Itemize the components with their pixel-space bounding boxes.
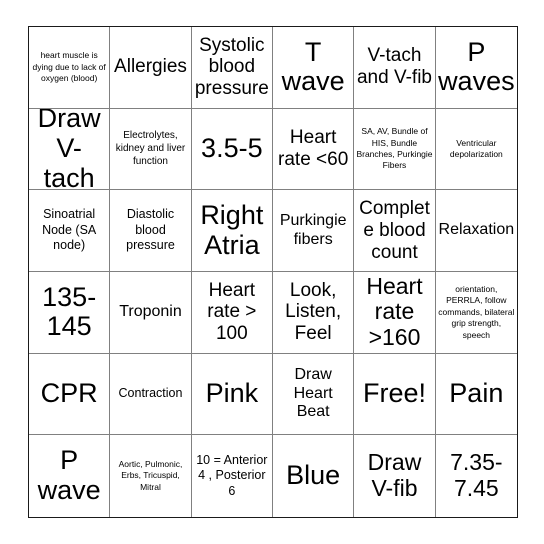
bingo-cell[interactable]: T wave: [273, 27, 355, 109]
bingo-cell-label: P waves: [438, 36, 515, 97]
bingo-cell-label: Electrolytes, kidney and liver function: [115, 130, 186, 168]
bingo-cell-label: 135-145: [42, 281, 97, 342]
bingo-cell-label: Draw V-fib: [367, 449, 422, 502]
bingo-cell[interactable]: Heart rate <60: [273, 108, 355, 191]
bingo-cell[interactable]: Sinoatrial Node (SA node): [29, 190, 111, 272]
bingo-cell[interactable]: Electrolytes, kidney and liver function: [110, 108, 192, 191]
bingo-cell-label: Aortic, Pulmonic, Erbs, Tricuspid, Mitra…: [118, 458, 183, 492]
bingo-cell-label: Ventricular depolarization: [449, 137, 503, 159]
bingo-cell[interactable]: Diastolic blood pressure: [110, 190, 192, 272]
bingo-cell[interactable]: Draw V-tach: [29, 108, 111, 191]
bingo-cell-label: T wave: [281, 36, 345, 97]
bingo-cell[interactable]: Pink: [191, 353, 273, 436]
bingo-cell-label: Blue: [286, 460, 341, 491]
bingo-cell-label: orientation, PERRLA, follow commands, bi…: [438, 283, 515, 340]
bingo-cell-label: Heart rate >160: [366, 272, 423, 351]
bingo-cell[interactable]: Blue: [273, 435, 355, 517]
bingo-cell[interactable]: Contraction: [110, 353, 192, 436]
bingo-cell[interactable]: Ventricular depolarization: [435, 109, 517, 191]
bingo-cell[interactable]: 7.35-7.45: [436, 435, 517, 517]
bingo-cell-label: 10 = Anterior 4 , Posterior 6: [196, 452, 268, 498]
bingo-cell-label: Heart rate <60: [278, 127, 349, 170]
bingo-cell[interactable]: Troponin: [110, 271, 192, 354]
bingo-cell-label: 7.35-7.45: [450, 449, 503, 502]
bingo-cell[interactable]: heart muscle is dying due to lack of oxy…: [29, 27, 111, 109]
bingo-cell-label: Pink: [205, 378, 259, 409]
bingo-card-grid: heart muscle is dying due to lack of oxy…: [28, 26, 518, 518]
bingo-cell[interactable]: Allergies: [110, 27, 192, 109]
bingo-cell[interactable]: 3.5-5: [191, 108, 273, 191]
bingo-cell[interactable]: Heart rate > 100: [191, 271, 273, 354]
bingo-cell[interactable]: V-tach and V-fib: [354, 27, 436, 109]
bingo-cell-label: SA, AV, Bundle of HIS, Bundle Branches, …: [356, 126, 433, 171]
bingo-cell[interactable]: SA, AV, Bundle of HIS, Bundle Branches, …: [354, 108, 436, 191]
bingo-cell-label: Pain: [449, 378, 504, 409]
bingo-cell[interactable]: Draw Heart Beat: [273, 353, 355, 436]
bingo-cell-label: Sinoatrial Node (SA node): [42, 207, 97, 253]
bingo-cell-label: Relaxation: [438, 221, 515, 239]
bingo-cell-label: Free!: [362, 378, 426, 409]
bingo-cell-label: Contraction: [118, 386, 183, 401]
bingo-cell-label: Allergies: [114, 56, 187, 78]
bingo-cell-label: 3.5-5: [201, 133, 263, 164]
bingo-cell[interactable]: Look, Listen, Feel: [273, 271, 355, 354]
bingo-cell-label: Look, Listen, Feel: [285, 279, 342, 345]
bingo-cell-label: Heart rate > 100: [207, 279, 257, 345]
bingo-cell-label: Troponin: [119, 302, 182, 320]
bingo-cell[interactable]: Relaxation: [435, 190, 517, 272]
bingo-cell-label: P wave: [37, 445, 101, 506]
bingo-cell-label: Draw V-tach: [37, 108, 101, 191]
bingo-cell-label: Purkingie fibers: [279, 211, 347, 248]
bingo-cell-label: Draw Heart Beat: [293, 365, 333, 421]
bingo-cell[interactable]: Systolic blood pressure: [191, 27, 273, 109]
bingo-cell-label: heart muscle is dying due to lack of oxy…: [32, 50, 106, 84]
bingo-cell[interactable]: Purkingie fibers: [273, 190, 355, 272]
bingo-cell[interactable]: Heart rate >160: [354, 271, 436, 354]
bingo-cell-label: CPR: [40, 378, 98, 409]
bingo-cell[interactable]: Free!: [354, 353, 436, 436]
bingo-cell-label: Complete blood count: [359, 197, 430, 263]
bingo-cell-label: Right Atria: [200, 199, 264, 260]
bingo-cell[interactable]: Aortic, Pulmonic, Erbs, Tricuspid, Mitra…: [110, 435, 192, 517]
bingo-cell[interactable]: 135-145: [29, 271, 111, 354]
bingo-cell-label: Systolic blood pressure: [194, 34, 269, 100]
bingo-cell-label: Diastolic blood pressure: [126, 207, 175, 253]
bingo-cell-label: V-tach and V-fib: [356, 45, 432, 89]
bingo-cell[interactable]: Draw V-fib: [354, 435, 436, 517]
bingo-cell[interactable]: Right Atria: [191, 190, 273, 272]
bingo-cell[interactable]: 10 = Anterior 4 , Posterior 6: [192, 435, 273, 517]
bingo-cell[interactable]: P waves: [435, 27, 517, 109]
bingo-cell[interactable]: orientation, PERRLA, follow commands, bi…: [435, 272, 517, 354]
bingo-cell[interactable]: CPR: [29, 353, 111, 436]
bingo-cell[interactable]: P wave: [29, 435, 111, 517]
bingo-cell[interactable]: Pain: [435, 354, 517, 436]
bingo-cell[interactable]: Complete blood count: [354, 190, 436, 272]
